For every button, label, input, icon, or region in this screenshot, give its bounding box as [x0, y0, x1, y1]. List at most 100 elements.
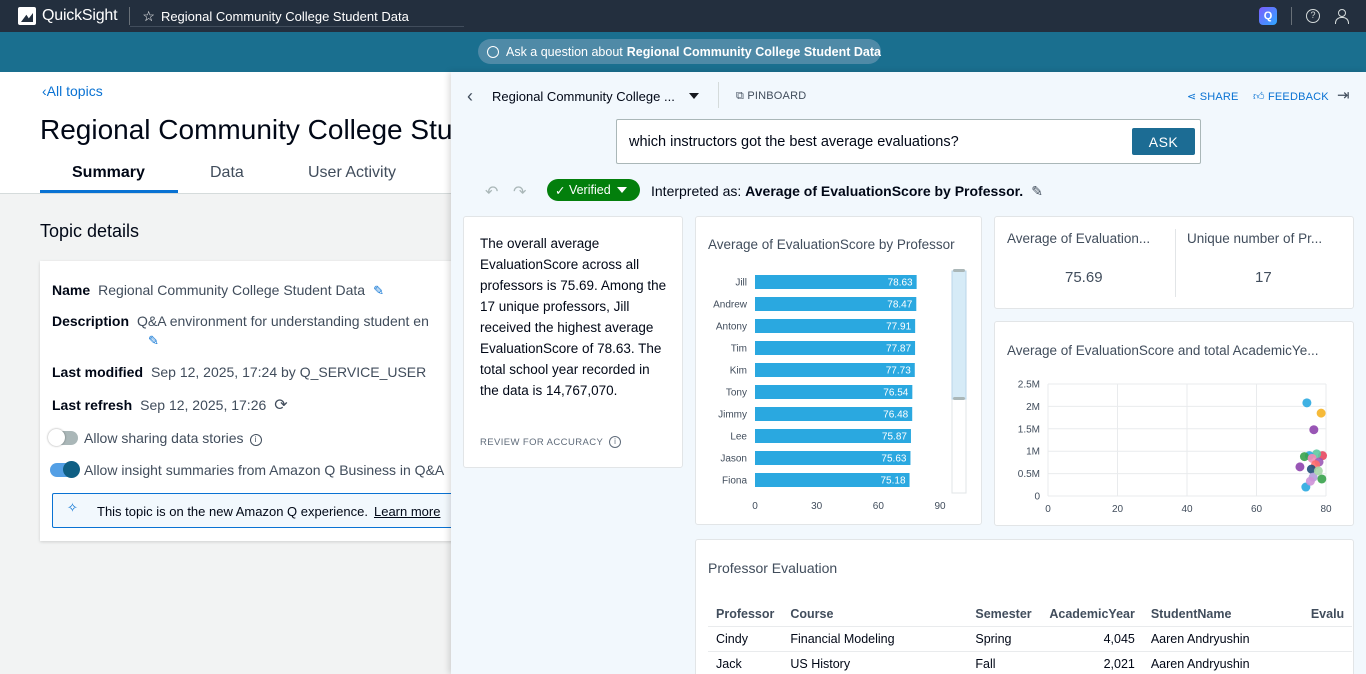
scatter-point [1316, 408, 1326, 418]
topic-page: ‹All topics Regional Community College S… [0, 72, 574, 674]
sharing-data-stories-toggle[interactable] [48, 429, 78, 446]
bar-data-label: 76.54 [883, 388, 908, 399]
bar-chart: Jill 78.63 Andrew 78.47 Antony 77.91 Tim 77.87 K… [713, 269, 967, 512]
table-cell: Aaren Andryushin [1142, 625, 1303, 651]
y-tick-label: 1.5M [1018, 424, 1040, 435]
amazon-q-icon[interactable]: Q [1259, 7, 1277, 25]
scroll-handle-top [953, 269, 965, 272]
bar-data-label: 77.91 [886, 322, 911, 333]
info-icon[interactable]: i [249, 434, 262, 446]
question-input[interactable] [617, 120, 1117, 163]
table-cell: Financial Modeling [782, 625, 968, 651]
table-row[interactable]: Cindy Financial Modeling Spring 4,045 Aaren … [708, 625, 1353, 651]
edit-interpretation-pencil-icon[interactable]: ✎ [1031, 183, 1043, 199]
back-chevron-icon[interactable]: ‹ [467, 86, 473, 107]
scatter-chart-title: Average of EvaluationScore and total Aca… [1007, 343, 1319, 358]
last-refresh-row: Last refresh Sep 12, 2025, 17:26 ⟳ [52, 395, 288, 415]
insight-summaries-toggle[interactable] [50, 461, 80, 478]
notice-text: This topic is on the new Amazon Q experi… [97, 504, 440, 519]
feedback-button[interactable]: 👍︎ FEEDBACK [1253, 90, 1329, 103]
table-cell: US History [782, 650, 968, 674]
review-for-accuracy[interactable]: REVIEW FOR ACCURACY i [480, 436, 622, 448]
tab-summary[interactable]: Summary [72, 164, 145, 182]
table-cell [1302, 625, 1353, 651]
ask-topic: Regional Community College Student Data [626, 44, 881, 59]
active-tab-indicator [40, 190, 178, 193]
undo-icon[interactable]: ↶ [485, 182, 498, 202]
pinboard-button[interactable]: ⧉ PINBOARD [736, 90, 806, 103]
description-row: Description Q&A environment for understan… [52, 313, 429, 329]
x-tick-label: 30 [811, 501, 823, 512]
user-icon[interactable] [1334, 9, 1349, 24]
scatter-point [1302, 398, 1312, 408]
name-row: Name Regional Community College Student D… [52, 282, 384, 299]
interpretation: Interpreted as: Average of EvaluationSco… [651, 183, 1043, 200]
tab-data[interactable]: Data [210, 164, 244, 182]
refresh-icon[interactable]: ⟳ [274, 395, 287, 415]
column-header[interactable]: AcademicYear [1041, 602, 1142, 626]
all-topics-link[interactable]: ‹All topics [42, 83, 103, 99]
review-label: REVIEW FOR ACCURACY [480, 437, 604, 448]
table-cell: Jack [708, 650, 783, 674]
edit-name-pencil-icon[interactable]: ✎ [373, 283, 384, 299]
bar-category-label: Andrew [713, 300, 748, 311]
collapse-panel-icon[interactable]: ⇥ [1337, 86, 1350, 104]
verified-caret-icon [616, 187, 627, 193]
last-refresh-value: Sep 12, 2025, 17:26 [140, 397, 267, 413]
share-icon: ⋖ [1187, 91, 1200, 103]
scatter-point [1309, 425, 1319, 435]
table-row[interactable]: Jack US History Fall 2,021 Aaren Andryushin [708, 650, 1353, 674]
topic-selector[interactable]: Regional Community College ... [492, 89, 675, 104]
table-cell: Aaren Andryushin [1142, 650, 1303, 674]
check-icon: ✓ [555, 183, 569, 198]
ask-question-bar: Ask a question about Regional Community … [0, 32, 1366, 72]
section-title: Topic details [40, 221, 140, 241]
bar-category-label: Fiona [722, 476, 747, 487]
y-tick-label: 2M [1026, 402, 1040, 413]
quicksight-logo[interactable]: QuickSight [18, 7, 118, 25]
x-tick-label: 20 [1112, 504, 1124, 515]
column-header[interactable]: Course [782, 602, 967, 626]
interpreted-prefix: Interpreted as: [651, 183, 742, 199]
last-modified-row: Last modified Sep 12, 2025, 17:24 by Q_SE… [52, 364, 426, 380]
table-title: Professor Evaluation [708, 560, 838, 576]
ask-button[interactable]: ASK [1132, 128, 1195, 155]
feedback-label: FEEDBACK [1267, 91, 1329, 103]
column-header[interactable]: Evalu [1303, 602, 1352, 626]
topic-dropdown-caret-icon[interactable] [689, 93, 699, 99]
pinboard-label: PINBOARD [747, 90, 807, 102]
y-tick-label: 2.5M [1018, 380, 1040, 391]
x-tick-label: 0 [1045, 504, 1051, 515]
divider [718, 82, 719, 108]
info-icon: i [609, 436, 622, 448]
y-tick-label: 0 [1034, 492, 1040, 503]
bar-data-label: 75.18 [881, 476, 906, 487]
toggle-knob [63, 461, 80, 478]
bar-category-label: Antony [716, 322, 747, 333]
learn-more-link[interactable]: Learn more [374, 504, 440, 519]
column-header[interactable]: Semester [967, 602, 1041, 626]
toggle-knob [48, 429, 65, 446]
kpi-unique-value: 17 [1255, 269, 1272, 286]
share-button[interactable]: ⋖ SHARE [1187, 90, 1239, 103]
divider [1175, 229, 1176, 297]
bar-category-label: Jimmy [718, 410, 747, 421]
sharing-label-text: Allow sharing data stories [84, 430, 244, 446]
edit-description-pencil-icon[interactable]: ✎ [148, 333, 159, 349]
last-modified-value: Sep 12, 2025, 17:24 by Q_SERVICE_USER [151, 364, 427, 380]
question-box: ASK [616, 119, 1201, 164]
description-value: Q&A environment for understanding studen… [137, 313, 429, 329]
last-modified-label: Last modified [52, 364, 144, 380]
x-tick-label: 80 [1320, 504, 1332, 515]
tab-user-activity[interactable]: User Activity [308, 164, 396, 182]
share-label: SHARE [1199, 91, 1239, 103]
help-icon[interactable]: ? [1306, 9, 1320, 23]
favorite-star-icon[interactable]: ☆ [142, 8, 155, 25]
verified-badge[interactable]: ✓ Verified [547, 179, 640, 201]
all-topics-label: All topics [46, 83, 103, 99]
x-tick-label: 0 [752, 501, 758, 512]
column-header[interactable]: Professor [708, 602, 782, 626]
column-header[interactable]: StudentName [1143, 602, 1303, 626]
ask-question-button[interactable]: Ask a question about Regional Community … [478, 39, 881, 64]
redo-icon[interactable]: ↷ [513, 182, 526, 202]
